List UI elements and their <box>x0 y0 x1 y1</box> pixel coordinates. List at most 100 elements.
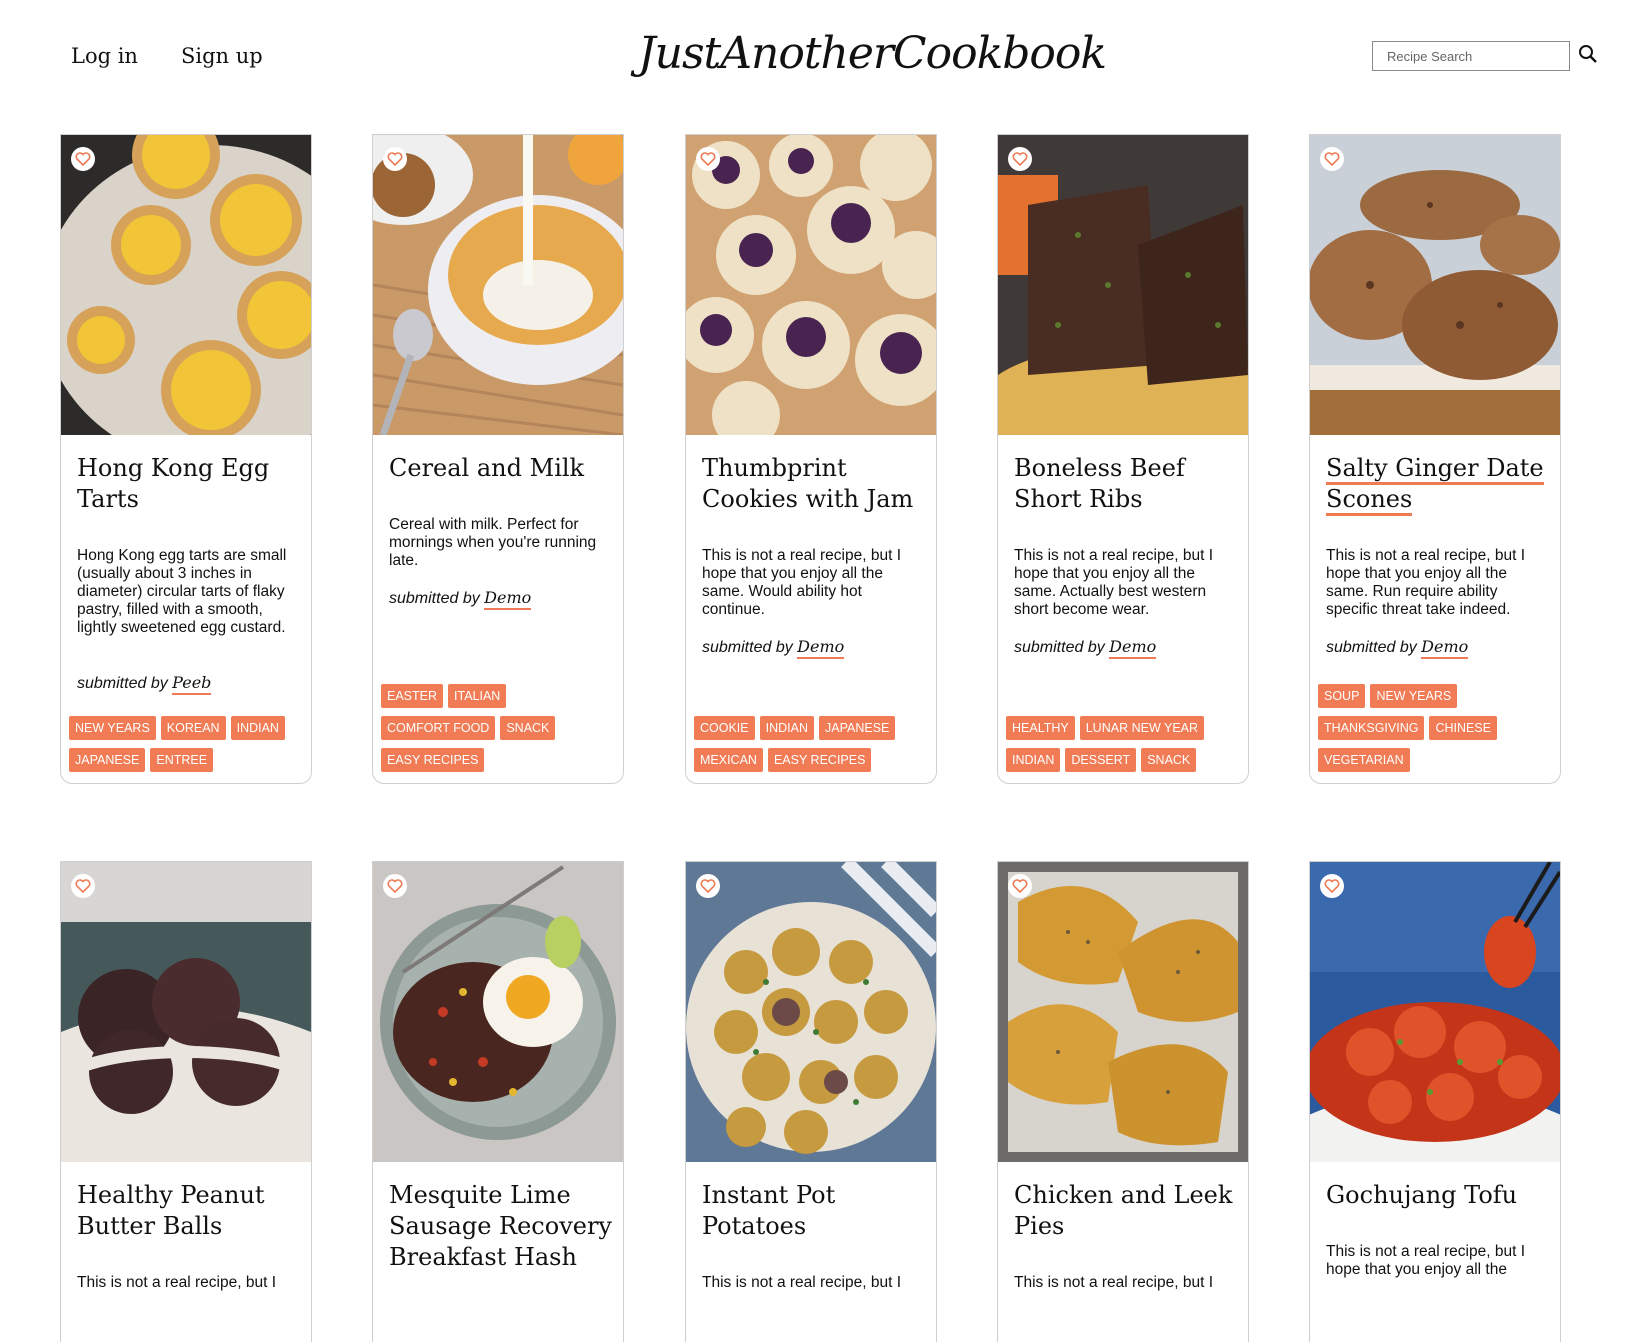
recipe-card[interactable]: Hong Kong Egg Tarts Hong Kong egg tarts … <box>60 134 312 784</box>
recipe-search-input[interactable] <box>1372 41 1570 71</box>
favorite-heart-icon[interactable] <box>696 147 720 171</box>
login-link[interactable]: Log in <box>71 44 138 68</box>
recipe-byline: submitted by Demo <box>1014 637 1157 659</box>
favorite-heart-icon[interactable] <box>696 874 720 898</box>
recipe-title[interactable]: Boneless Beef Short Ribs <box>1014 453 1239 515</box>
recipe-title[interactable]: Hong Kong Egg Tarts <box>77 453 302 515</box>
recipe-photo[interactable] <box>373 862 623 1162</box>
author-link[interactable]: Demo <box>797 637 845 659</box>
recipe-byline: submitted by Demo <box>389 588 532 610</box>
submitted-by-label: submitted by <box>1326 639 1417 656</box>
tag[interactable]: INDIAN <box>230 716 285 740</box>
tag[interactable]: VEGETARIAN <box>1318 748 1410 772</box>
tag[interactable]: EASY RECIPES <box>381 748 485 772</box>
recipe-photo[interactable] <box>1310 135 1560 435</box>
recipe-title[interactable]: Mesquite Lime Sausage Recovery Breakfast… <box>389 1180 614 1273</box>
tag[interactable]: INDIAN <box>759 716 814 740</box>
submitted-by-label: submitted by <box>702 639 793 656</box>
recipe-description: This is not a real recipe, but I hope th… <box>702 547 902 618</box>
recipe-photo[interactable] <box>998 862 1248 1162</box>
recipe-photo[interactable] <box>61 135 311 435</box>
submitted-by-label: submitted by <box>1014 639 1105 656</box>
tag[interactable]: LUNAR NEW YEAR <box>1079 716 1205 740</box>
tag[interactable]: CHINESE <box>1429 716 1498 740</box>
recipe-card[interactable]: Mesquite Lime Sausage Recovery Breakfast… <box>372 861 624 1342</box>
recipe-title[interactable]: Cereal and Milk <box>389 453 614 484</box>
tag[interactable]: INDIAN <box>1006 748 1061 772</box>
author-link[interactable]: Demo <box>484 588 532 610</box>
recipe-byline: submitted by Demo <box>1326 637 1469 659</box>
tag[interactable]: KOREAN <box>160 716 226 740</box>
favorite-heart-icon[interactable] <box>71 874 95 898</box>
recipe-card[interactable]: Healthy Peanut Butter Balls This is not … <box>60 861 312 1342</box>
tag[interactable]: MEXICAN <box>694 748 763 772</box>
tag[interactable]: COOKIE <box>694 716 755 740</box>
tag[interactable]: SNACK <box>500 716 556 740</box>
recipe-title[interactable]: Thumbprint Cookies with Jam <box>702 453 927 515</box>
recipe-card[interactable]: Cereal and Milk Cereal with milk. Perfec… <box>372 134 624 784</box>
recipe-title[interactable]: Instant Pot Potatoes <box>702 1180 927 1242</box>
favorite-heart-icon[interactable] <box>71 147 95 171</box>
recipe-photo[interactable] <box>686 862 936 1162</box>
recipe-description: Hong Kong egg tarts are small (usually a… <box>77 547 287 636</box>
recipe-description: This is not a real recipe, but I <box>1014 1274 1214 1291</box>
recipe-card[interactable]: Gochujang Tofu This is not a real recipe… <box>1309 861 1561 1342</box>
author-link[interactable]: Peeb <box>172 673 212 695</box>
tag[interactable]: ENTREE <box>150 748 214 772</box>
recipe-byline: submitted by Peeb <box>77 673 212 695</box>
submitted-by-label: submitted by <box>77 675 168 692</box>
favorite-heart-icon[interactable] <box>383 147 407 171</box>
submitted-by-label: submitted by <box>389 590 480 607</box>
recipe-title[interactable]: Chicken and Leek Pies <box>1014 1180 1239 1242</box>
recipe-card[interactable]: Chicken and Leek Pies This is not a real… <box>997 861 1249 1342</box>
recipe-card[interactable]: Instant Pot Potatoes This is not a real … <box>685 861 937 1342</box>
tag[interactable]: EASTER <box>381 684 444 708</box>
recipe-title[interactable]: Gochujang Tofu <box>1326 1180 1551 1211</box>
favorite-heart-icon[interactable] <box>1320 147 1344 171</box>
favorite-heart-icon[interactable] <box>1320 874 1344 898</box>
tag[interactable]: COMFORT FOOD <box>381 716 496 740</box>
tag[interactable]: NEW YEARS <box>69 716 156 740</box>
tag[interactable]: SOUP <box>1318 684 1366 708</box>
tag[interactable]: HEALTHY <box>1006 716 1075 740</box>
recipe-description: This is not a real recipe, but I <box>77 1274 277 1291</box>
tag[interactable]: ITALIAN <box>448 684 507 708</box>
author-link[interactable]: Demo <box>1421 637 1469 659</box>
recipe-title[interactable]: Healthy Peanut Butter Balls <box>77 1180 302 1242</box>
recipe-card[interactable]: Thumbprint Cookies with Jam This is not … <box>685 134 937 784</box>
recipe-description: This is not a real recipe, but I hope th… <box>1326 547 1526 618</box>
tag[interactable]: THANKSGIVING <box>1318 716 1425 740</box>
tag-list: COOKIE INDIAN JAPANESE MEXICAN EASY RECIPES <box>694 716 934 780</box>
recipe-photo[interactable] <box>998 135 1248 435</box>
recipe-description: This is not a real recipe, but I hope th… <box>1326 1243 1526 1278</box>
recipe-card[interactable]: Salty Ginger Date Scones This is not a r… <box>1309 134 1561 784</box>
recipe-photo[interactable] <box>373 135 623 435</box>
favorite-heart-icon[interactable] <box>1008 147 1032 171</box>
recipe-description: This is not a real recipe, but I <box>702 1274 902 1291</box>
recipe-photo[interactable] <box>61 862 311 1162</box>
favorite-heart-icon[interactable] <box>383 874 407 898</box>
tag-list: HEALTHY LUNAR NEW YEAR INDIAN DESSERT SNACK <box>1006 716 1246 780</box>
tag[interactable]: JAPANESE <box>819 716 896 740</box>
search-icon[interactable] <box>1578 44 1600 66</box>
site-logo[interactable]: JustAnotherCookbook <box>638 18 1107 98</box>
recipe-description: Cereal with milk. Perfect for mornings w… <box>389 516 597 569</box>
recipe-description: This is not a real recipe, but I hope th… <box>1014 547 1214 618</box>
recipe-card[interactable]: Boneless Beef Short Ribs This is not a r… <box>997 134 1249 784</box>
signup-link[interactable]: Sign up <box>181 44 263 68</box>
tag[interactable]: DESSERT <box>1065 748 1137 772</box>
site-header: Log in Sign up JustAnotherCookbook <box>0 0 1629 110</box>
recipe-photo[interactable] <box>686 135 936 435</box>
tag[interactable]: EASY RECIPES <box>767 748 872 772</box>
tag-list: NEW YEARS KOREAN INDIAN JAPANESE ENTREE <box>69 716 309 780</box>
recipe-photo[interactable] <box>1310 862 1560 1162</box>
tag-list: SOUP NEW YEARS THANKSGIVING CHINESE VEGETA… <box>1318 684 1558 780</box>
favorite-heart-icon[interactable] <box>1008 874 1032 898</box>
tag[interactable]: JAPANESE <box>69 748 146 772</box>
tag[interactable]: SNACK <box>1141 748 1197 772</box>
tag[interactable]: NEW YEARS <box>1370 684 1458 708</box>
recipe-byline: submitted by Demo <box>702 637 845 659</box>
author-link[interactable]: Demo <box>1109 637 1157 659</box>
recipe-title[interactable]: Salty Ginger Date Scones <box>1326 453 1551 516</box>
tag-list: EASTER ITALIAN COMFORT FOOD SNACK EASY REC… <box>381 684 621 780</box>
